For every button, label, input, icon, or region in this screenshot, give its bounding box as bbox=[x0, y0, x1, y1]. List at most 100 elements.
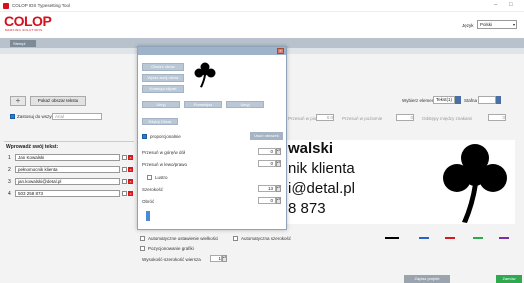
colop-logo: COLOP bbox=[4, 13, 52, 29]
move-vertical-label: Przesuń w górę/w dół bbox=[142, 150, 186, 155]
row-number: 2 bbox=[8, 167, 11, 173]
maximize-button[interactable]: □ bbox=[509, 2, 513, 8]
minimize-button[interactable]: – bbox=[494, 2, 497, 8]
edit-image-button[interactable]: Edytuj Obraz bbox=[142, 118, 178, 125]
open-image-button[interactable]: Otwórz obraz bbox=[142, 63, 184, 71]
stamp-preview: walski nik klienta i@detal.pl 8 873 bbox=[285, 140, 515, 224]
save-project-button[interactable]: Zapisz projekt bbox=[404, 275, 450, 283]
spinner-icon[interactable]: ▴▾ bbox=[222, 255, 227, 262]
line-height-label: Wysokość-szerokość wiersza bbox=[142, 257, 201, 262]
spinner-icon[interactable]: ▴▾ bbox=[276, 197, 281, 204]
text-row: 1 Jan Kowalski × bbox=[8, 154, 133, 162]
text-input[interactable]: pełnomocnik klienta bbox=[15, 166, 120, 173]
rotate-field[interactable]: 0 bbox=[258, 197, 276, 204]
green-swatch[interactable] bbox=[473, 237, 483, 239]
shamrock-thumbnail-icon bbox=[194, 62, 216, 88]
preview-line: walski bbox=[288, 140, 334, 157]
title-bar: COLOP IDS Typesetting Tool – □ bbox=[0, 0, 524, 12]
delete-icon[interactable]: × bbox=[128, 167, 133, 172]
auto-size-checkbox[interactable] bbox=[140, 236, 145, 241]
row-number: 3 bbox=[8, 179, 11, 185]
window-title: COLOP IDS Typesetting Tool bbox=[12, 3, 71, 8]
move-vertical-field[interactable]: 0.0 bbox=[316, 114, 334, 121]
width-field[interactable]: 13 bbox=[258, 185, 276, 192]
shamrock-icon bbox=[443, 144, 507, 223]
move-horizontal-field[interactable]: 0 bbox=[396, 114, 414, 121]
divider bbox=[4, 141, 134, 142]
spinner-icon[interactable]: ▴▾ bbox=[276, 185, 281, 192]
hide-button-2[interactable]: Ukryj bbox=[226, 101, 264, 108]
spacing-label: Odstępy między znakami bbox=[422, 116, 473, 121]
spinner-icon[interactable]: ▴▾ bbox=[276, 160, 281, 167]
row-number: 4 bbox=[8, 191, 11, 197]
rotate-label: Obróć bbox=[142, 199, 155, 204]
format-icon[interactable] bbox=[122, 179, 127, 184]
tab-stamp[interactable]: Stempl bbox=[10, 40, 36, 47]
logo-tagline: MARKING SOLUTIONS bbox=[5, 28, 43, 32]
preview-line: nik klienta bbox=[288, 160, 355, 177]
black-swatch[interactable] bbox=[385, 237, 399, 239]
style-label: Stafna bbox=[464, 98, 478, 103]
dialog-header bbox=[138, 47, 286, 55]
move-horizontal-label: Przesuń w poziomie bbox=[342, 116, 383, 121]
purple-swatch[interactable] bbox=[499, 237, 509, 239]
element-select-dropdown-icon[interactable] bbox=[455, 96, 461, 104]
row-number: 1 bbox=[8, 155, 11, 161]
delete-icon[interactable]: × bbox=[128, 179, 133, 184]
preview-line: 8 873 bbox=[288, 200, 326, 217]
order-button[interactable]: Zamów bbox=[496, 275, 522, 283]
format-icon[interactable] bbox=[122, 191, 127, 196]
delete-image-button[interactable]: Usuń obrazek bbox=[250, 132, 283, 140]
format-icon[interactable] bbox=[122, 167, 127, 172]
move-horizontal-label: Przesuń w lewo/prawo bbox=[142, 162, 188, 167]
auto-width-checkbox[interactable] bbox=[233, 236, 238, 241]
mirror-checkbox[interactable] bbox=[147, 175, 152, 180]
spacing-field[interactable]: 0 bbox=[488, 114, 506, 121]
font-select[interactable]: Arial bbox=[52, 113, 102, 120]
text-row: 4 503 258 873 × bbox=[8, 190, 133, 198]
style-dropdown-icon[interactable] bbox=[496, 96, 501, 104]
element-select[interactable]: Tekst(1) bbox=[433, 96, 455, 104]
proportional-checkbox[interactable] bbox=[142, 134, 147, 139]
width-label: Szerokość bbox=[142, 187, 164, 192]
select-element-label: Wybierz element bbox=[402, 98, 436, 103]
app-icon bbox=[3, 3, 9, 9]
line-height-field[interactable]: 1 bbox=[210, 255, 222, 262]
blue-swatch[interactable] bbox=[419, 237, 429, 239]
move-vertical-field[interactable]: 0 bbox=[258, 148, 276, 155]
shrink-button[interactable]: Pomniejsz bbox=[184, 101, 222, 108]
language-label: Język bbox=[462, 23, 474, 28]
clipart-button[interactable]: Kolekcja klipart bbox=[142, 85, 184, 93]
text-input[interactable]: jan.kowalski@detal.pl bbox=[15, 178, 120, 185]
delete-icon[interactable]: × bbox=[128, 155, 133, 160]
mirror-label: Lustro bbox=[155, 175, 168, 180]
proportional-label: proporcjonalnie bbox=[150, 134, 181, 139]
format-icon[interactable] bbox=[122, 155, 127, 160]
auto-size-label: Automatyczne ustawienie wielkości bbox=[148, 236, 219, 241]
preview-line: i@detal.pl bbox=[288, 180, 355, 197]
graphics-checkbox[interactable] bbox=[140, 246, 145, 251]
spinner-icon[interactable]: ▴▾ bbox=[276, 148, 281, 155]
add-icon[interactable]: + bbox=[10, 96, 26, 106]
move-horizontal-field[interactable]: 0 bbox=[258, 160, 276, 167]
apply-all-checkbox[interactable] bbox=[10, 114, 15, 119]
red-swatch[interactable] bbox=[445, 237, 455, 239]
language-select[interactable]: Polski ▾ bbox=[477, 20, 517, 29]
style-select[interactable] bbox=[478, 96, 496, 104]
show-text-area-button[interactable]: Pokaż obszar tekstu bbox=[30, 96, 86, 106]
auto-width-label: Automatyczna szerokość bbox=[241, 236, 292, 241]
text-row: 3 jan.kowalski@detal.pl × bbox=[8, 178, 133, 186]
text-section-title: Wprowadź swój tekst: bbox=[6, 144, 59, 150]
resize-handle-icon[interactable] bbox=[146, 211, 150, 221]
text-row: 2 pełnomocnik klienta × bbox=[8, 166, 133, 174]
image-dialog: × Otwórz obraz Wpisz swój obraz Kolekcja… bbox=[137, 46, 287, 230]
delete-icon[interactable]: × bbox=[128, 191, 133, 196]
hide-button[interactable]: Ukryj bbox=[142, 101, 180, 108]
text-input[interactable]: Jan Kowalski bbox=[15, 154, 120, 161]
insert-image-button[interactable]: Wpisz swój obraz bbox=[142, 74, 184, 82]
chevron-down-icon: ▾ bbox=[512, 22, 515, 27]
text-input[interactable]: 503 258 873 bbox=[15, 190, 120, 197]
graphics-label: Pozycjonowanie grafiki bbox=[148, 246, 194, 251]
close-icon[interactable]: × bbox=[277, 48, 284, 54]
language-value: Polski bbox=[480, 22, 493, 27]
